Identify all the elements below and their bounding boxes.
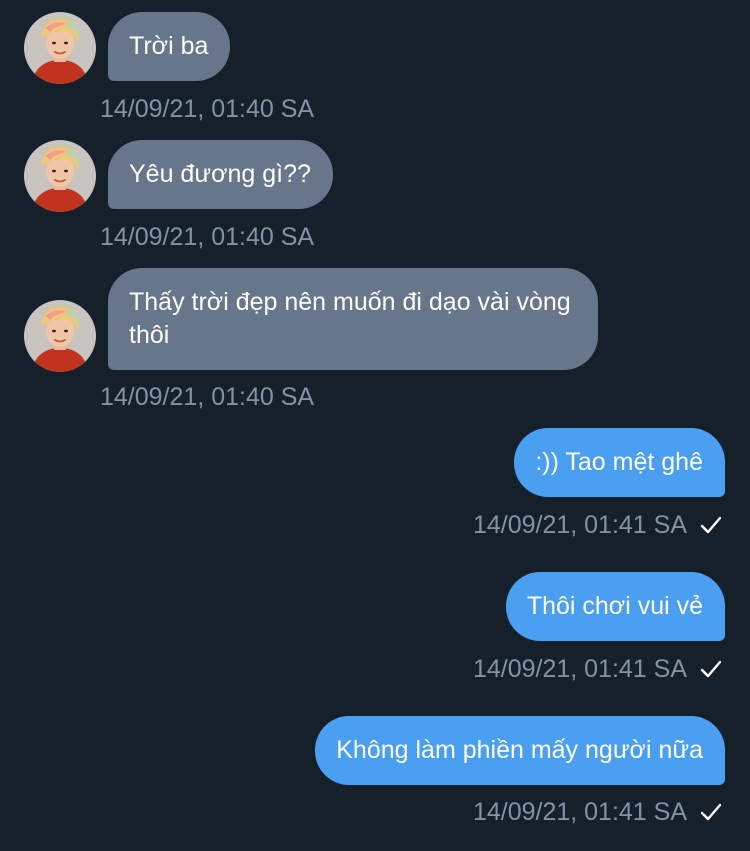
message-meta: 14/09/21, 01:41 SA (473, 797, 723, 827)
message-timestamp: 14/09/21, 01:41 SA (472, 655, 687, 683)
message-meta: 14/09/21, 01:41 SA (473, 654, 723, 684)
message-bubble-outgoing[interactable]: :)) Tao mệt ghê (514, 428, 725, 497)
conversation: Trời ba 14/09/21, 01:40 SA Yêu đương gì?… (0, 0, 750, 851)
message-timestamp: 14/09/21, 01:41 SA (472, 511, 687, 539)
message-timestamp: 14/09/21, 01:40 SA (100, 223, 315, 251)
message-meta: 14/09/21, 01:41 SA (473, 510, 723, 540)
message-timestamp: 14/09/21, 01:40 SA (100, 95, 315, 123)
message-bubble-incoming[interactable]: Yêu đương gì?? (108, 140, 333, 209)
avatar[interactable] (24, 12, 96, 84)
message-bubble-incoming[interactable]: Trời ba (108, 12, 231, 81)
message-bubble-outgoing[interactable]: Thôi chơi vui vẻ (505, 572, 725, 641)
message-timestamp: 14/09/21, 01:40 SA (100, 383, 315, 411)
message-timestamp: 14/09/21, 01:41 SA (472, 798, 687, 826)
message-bubble-incoming[interactable]: Thấy trời đẹp nên muốn đi dạo vài vòng t… (108, 268, 598, 370)
avatar[interactable] (24, 300, 96, 372)
check-icon (699, 657, 723, 681)
check-icon (699, 513, 723, 537)
avatar[interactable] (24, 140, 96, 212)
message-bubble-outgoing[interactable]: Không làm phiền mấy người nữa (315, 716, 725, 785)
check-icon (699, 800, 723, 824)
